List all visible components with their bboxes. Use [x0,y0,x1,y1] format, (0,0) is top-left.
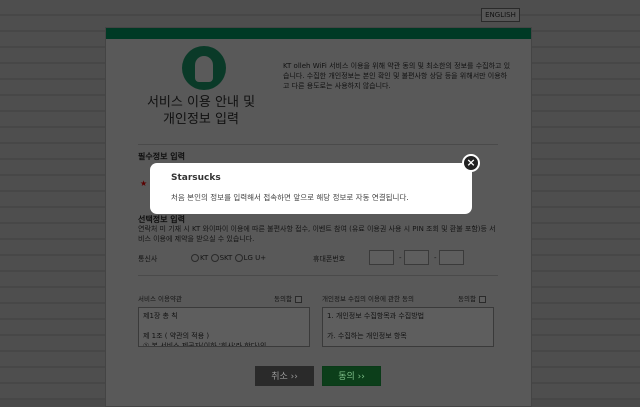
page-title: 서비스 이용 안내 및개인정보 입력 [136,94,266,128]
english-button[interactable]: ENGLISH [481,8,520,22]
intro-text: KT olleh WiFi 서비스 이용을 위해 약관 동의 및 최소한의 정보… [283,62,511,90]
dash: - [434,254,437,262]
carrier-kt[interactable]: KT [191,254,208,262]
modal-title: Starsucks [171,173,221,183]
required-heading: 필수정보 입력 [138,152,185,161]
phone-input-1[interactable] [369,250,394,265]
agree-label: 동의함 [274,295,292,303]
terms-service-label: 서비스 이용약관 [138,295,182,303]
phone-input-3[interactable] [439,250,464,265]
modal-dialog: Starsucks 처음 본인의 정보를 입력해서 접속하면 앞으로 해당 정보… [150,163,472,214]
title-line1: 서비스 이용 안내 및 [146,95,256,110]
agree-checkbox[interactable] [294,295,302,303]
carrier-lgu[interactable]: LG U+ [234,254,267,262]
required-star-icon: ★ [140,179,148,188]
carrier-label-skt: SKT [219,254,233,262]
optional-desc: 연락처 미 기재 시 KT 와이파이 이용에 따른 불편사항 접수, 이벤트 참… [138,225,496,243]
phone-input-2[interactable] [404,250,429,265]
terms-service-textarea[interactable]: 제1장 총 칙 제 1조 ( 약관의 적용 ) ① 본 서비스 제공자(이하 '… [138,307,310,347]
dash: - [399,254,402,262]
carrier-skt[interactable]: SKT [210,254,233,262]
terms-privacy-label: 개인정보 수집의 이용에 관한 동의 [322,295,414,303]
terms-privacy-agree[interactable]: 동의함 [458,293,486,303]
main-panel: 서비스 이용 안내 및개인정보 입력 KT olleh WiFi 서비스 이용을… [105,27,532,407]
carrier-radio-group: KT SKT LG U+ [191,254,266,262]
radio-icon[interactable] [191,254,199,262]
terms-service-agree[interactable]: 동의함 [274,293,302,303]
agree-label: 동의함 [458,295,476,303]
agree-button[interactable]: 동의 ›› [322,366,381,386]
title-line2: 개인정보 입력 [163,112,239,127]
close-icon[interactable]: × [462,154,480,172]
carrier-label-lgu: LG U+ [243,254,267,262]
agree-checkbox[interactable] [478,295,486,303]
starbucks-logo [182,46,226,90]
divider [138,144,498,145]
radio-icon[interactable] [234,254,243,262]
header-bar [106,28,531,39]
carrier-label-kt: KT [200,254,209,262]
radio-icon[interactable] [210,254,219,262]
divider [138,275,498,276]
carrier-label: 통신사 [138,255,158,263]
phone-label: 휴대폰번호 [313,255,346,263]
modal-message: 처음 본인의 정보를 입력해서 접속하면 앞으로 해당 정보로 자동 연결됩니다… [171,193,409,202]
cancel-button[interactable]: 취소 ›› [255,366,314,386]
terms-privacy-textarea[interactable]: 1. 개인정보 수집항목과 수집방법 가. 수집하는 개인정보 항목 [322,307,494,347]
